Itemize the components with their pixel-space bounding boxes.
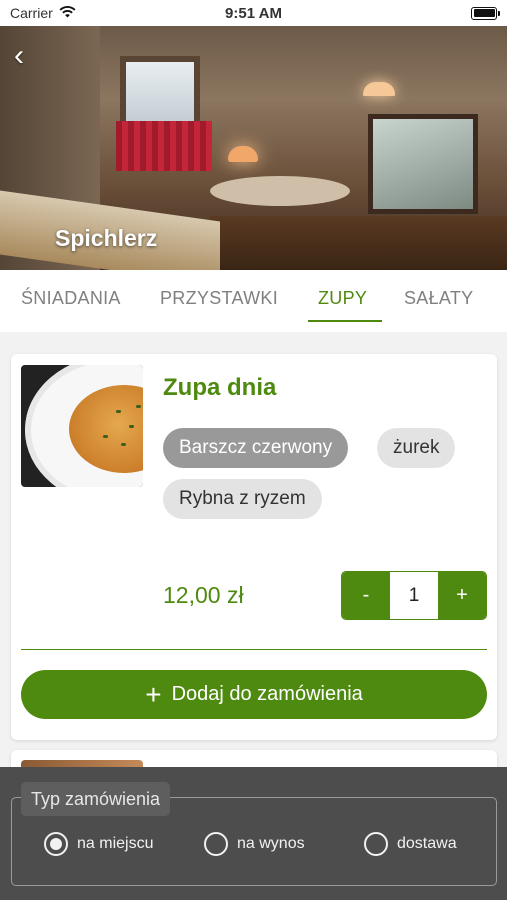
quantity-value[interactable]: 1 (390, 572, 438, 619)
category-tabs: ŚNIADANIA PRZYSTAWKI ZUPY SAŁATY (0, 270, 507, 332)
radio-unselected-icon (204, 832, 228, 856)
tab-sniadania[interactable]: ŚNIADANIA (21, 288, 121, 309)
chevron-left-icon: ‹ (14, 39, 24, 72)
quantity-stepper: - 1 + (341, 571, 487, 620)
product-card: Zupa dnia Barszcz czerwony żurek Rybna z… (11, 354, 497, 740)
radio-label: na miejscu (77, 835, 154, 852)
status-bar: Carrier 9:51 AM (0, 0, 507, 26)
product-image (21, 365, 143, 487)
decrement-button[interactable]: - (342, 572, 390, 619)
back-button[interactable]: ‹ (14, 39, 38, 72)
product-price: 12,00 zł (163, 582, 244, 608)
status-left: Carrier (10, 5, 190, 21)
tab-zupy[interactable]: ZUPY (318, 288, 367, 309)
radio-label: na wynos (237, 835, 305, 852)
battery-icon (471, 6, 500, 20)
radio-unselected-icon (364, 832, 388, 856)
add-to-order-button[interactable]: + Dodaj do zamówienia (21, 670, 487, 719)
radio-na-wynos[interactable]: na wynos (204, 832, 305, 856)
radio-dostawa[interactable]: dostawa (364, 832, 457, 856)
carrier-label: Carrier (10, 5, 53, 21)
tab-salaty[interactable]: SAŁATY (404, 288, 474, 309)
radio-na-miejscu[interactable]: na miejscu (44, 832, 153, 856)
add-to-order-label: Dodaj do zamówienia (171, 683, 363, 705)
wifi-icon (59, 5, 76, 21)
product-title: Zupa dnia (163, 374, 277, 401)
card-divider (21, 649, 487, 650)
active-tab-indicator (308, 320, 382, 322)
plus-icon: + (145, 678, 162, 710)
status-right (317, 6, 500, 20)
option-chip-rybna[interactable]: Rybna z ryzem (163, 479, 322, 519)
status-time: 9:51 AM (225, 4, 282, 22)
radio-label: dostawa (397, 835, 457, 852)
increment-button[interactable]: + (438, 572, 486, 619)
order-type-legend: Typ zamówienia (21, 782, 171, 816)
order-type-panel: Typ zamówienia na miejscu na wynos dosta… (0, 767, 507, 900)
option-chip-zurek[interactable]: żurek (377, 428, 456, 468)
tab-przystawki[interactable]: PRZYSTAWKI (160, 288, 278, 309)
option-chip-barszcz[interactable]: Barszcz czerwony (163, 428, 349, 468)
restaurant-name: Spichlerz (55, 225, 158, 251)
restaurant-hero-image: ‹ Spichlerz (0, 26, 507, 270)
radio-selected-icon (44, 832, 68, 856)
